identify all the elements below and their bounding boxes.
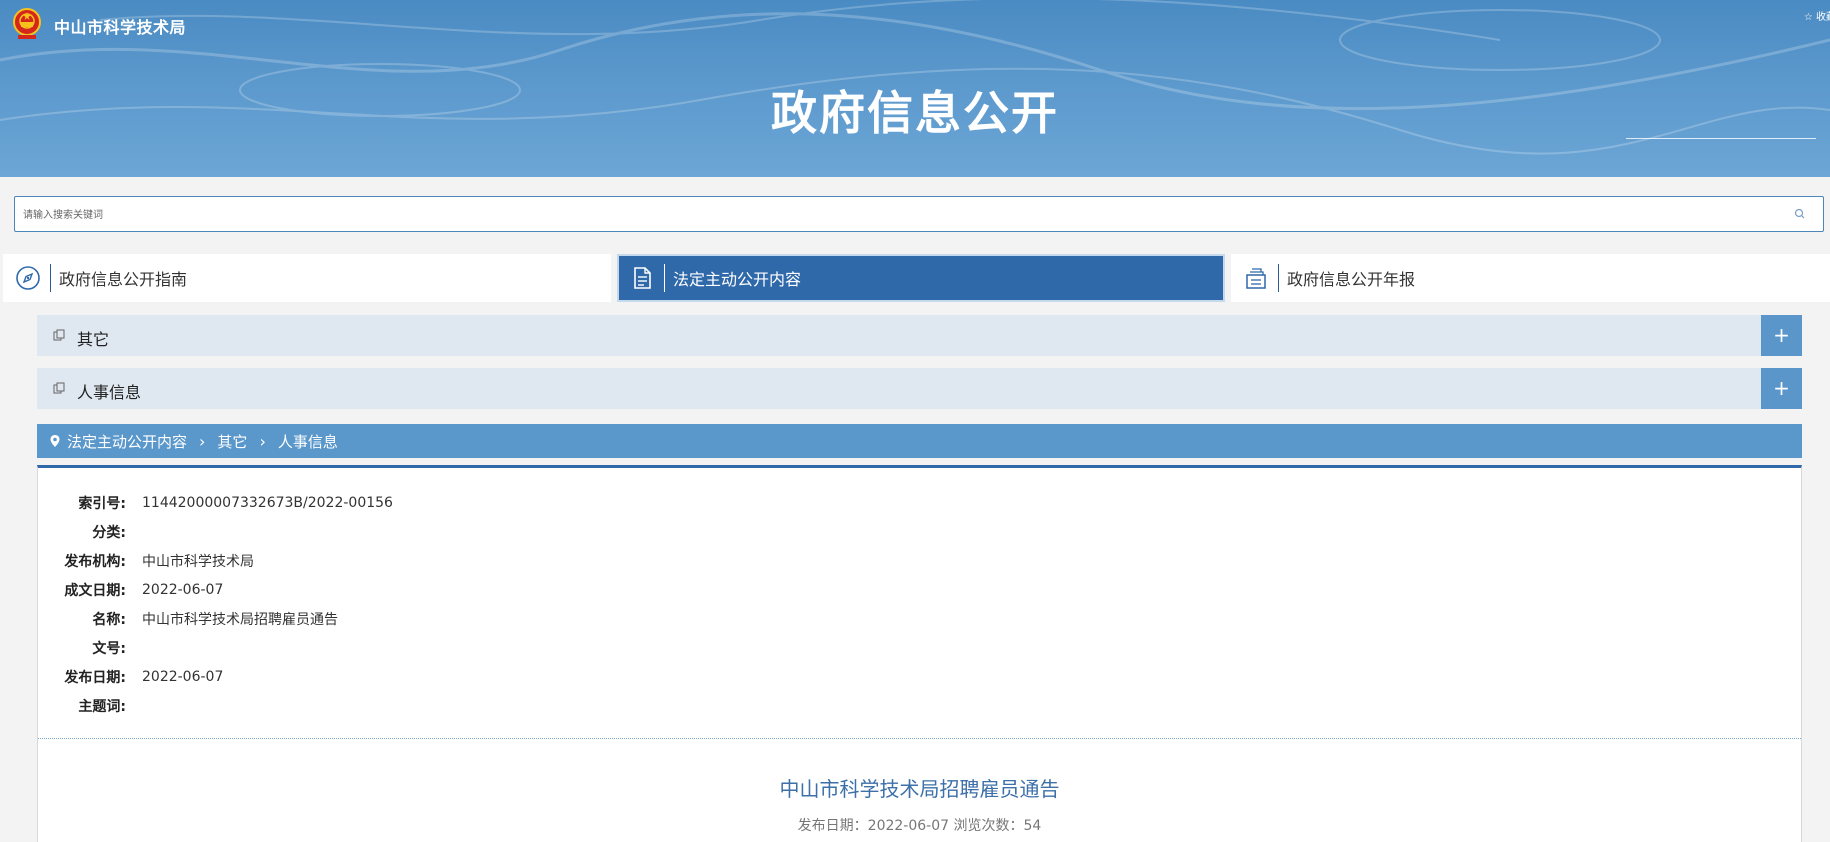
category-label: 人事信息 <box>77 383 142 402</box>
meta-row-written-date: 成文日期: 2022-06-07 <box>38 575 393 604</box>
meta-row-doc-number: 文号: <box>38 633 393 662</box>
header-banner: 中山市科学技术局 ☆ 收藏 政府信息公开 <box>0 0 1830 177</box>
meta-label: 分类: <box>92 524 126 541</box>
meta-row-index: 索引号: 11442000007332673B/2022-00156 <box>38 488 393 517</box>
tab-separator <box>1278 264 1279 292</box>
meta-row-category: 分类: <box>38 517 393 546</box>
breadcrumb-item[interactable]: 法定主动公开内容 <box>67 431 187 452</box>
page-title: 政府信息公开 <box>771 86 1059 140</box>
search-bar <box>14 196 1824 233</box>
header-divider-line <box>1626 138 1816 139</box>
meta-value: 2022-06-07 <box>142 668 224 685</box>
site-name[interactable]: 中山市科学技术局 <box>54 14 186 38</box>
meta-row-publisher: 发布机构: 中山市科学技术局 <box>38 546 393 575</box>
breadcrumb-item[interactable]: 其它 <box>217 431 247 452</box>
expand-button[interactable]: + <box>1761 315 1802 356</box>
copy-icon <box>53 382 65 394</box>
tab-label: 法定主动公开内容 <box>673 270 802 289</box>
folder-docs-icon <box>1246 268 1266 289</box>
meta-row-name: 名称: 中山市科学技术局招聘雇员通告 <box>38 604 393 633</box>
meta-label: 发布日期: <box>64 669 126 686</box>
search-input[interactable] <box>21 197 1785 233</box>
document-info: 发布日期：2022-06-07 浏览次数：54 <box>797 818 1042 834</box>
chevron-right-icon: › <box>259 431 266 451</box>
breadcrumb-item[interactable]: 人事信息 <box>278 431 338 452</box>
breadcrumb: 法定主动公开内容 › 其它 › 人事信息 <box>37 424 1802 458</box>
compass-icon <box>16 266 40 290</box>
meta-label: 索引号: <box>78 495 126 512</box>
meta-label: 主题词: <box>78 698 126 715</box>
category-label: 其它 <box>77 330 110 349</box>
national-emblem-icon <box>13 8 41 39</box>
meta-value: 11442000007332673B/2022-00156 <box>142 494 393 511</box>
meta-label: 文号: <box>92 640 126 657</box>
tab-label: 政府信息公开年报 <box>1287 270 1416 289</box>
metadata-table: 索引号: 11442000007332673B/2022-00156 分类: 发… <box>38 488 393 720</box>
tab-disclosure-guide[interactable]: 政府信息公开指南 <box>3 254 611 302</box>
category-other[interactable]: 其它 + <box>37 315 1802 356</box>
favorite-link[interactable]: ☆ 收藏 <box>1804 8 1830 23</box>
meta-label: 成文日期: <box>64 582 126 599</box>
main-tabs: 政府信息公开指南 法定主动公开内容 政府信息公开年报 <box>3 254 1830 302</box>
document-title: 中山市科学技术局招聘雇员通告 <box>779 777 1060 801</box>
chevron-right-icon: › <box>199 431 206 451</box>
meta-row-keywords: 主题词: <box>38 691 393 720</box>
meta-label: 发布机构: <box>64 553 126 570</box>
meta-row-publish-date: 发布日期: 2022-06-07 <box>38 662 393 691</box>
tab-label: 政府信息公开指南 <box>59 270 188 289</box>
dotted-divider <box>38 738 1801 739</box>
expand-button[interactable]: + <box>1761 368 1802 409</box>
copy-icon <box>53 329 65 341</box>
search-icon[interactable] <box>1793 207 1807 221</box>
meta-value: 中山市科学技术局 <box>142 553 254 570</box>
document-icon <box>634 267 651 289</box>
tab-annual-report[interactable]: 政府信息公开年报 <box>1231 254 1830 302</box>
tab-separator <box>664 264 665 292</box>
document-panel: 索引号: 11442000007332673B/2022-00156 分类: 发… <box>37 465 1802 842</box>
location-pin-icon <box>50 435 60 447</box>
tab-separator <box>50 264 51 292</box>
meta-value: 2022-06-07 <box>142 581 224 598</box>
meta-label: 名称: <box>92 611 126 628</box>
meta-value: 中山市科学技术局招聘雇员通告 <box>142 611 338 628</box>
category-personnel[interactable]: 人事信息 + <box>37 368 1802 409</box>
tab-statutory-content[interactable]: 法定主动公开内容 <box>617 254 1225 302</box>
